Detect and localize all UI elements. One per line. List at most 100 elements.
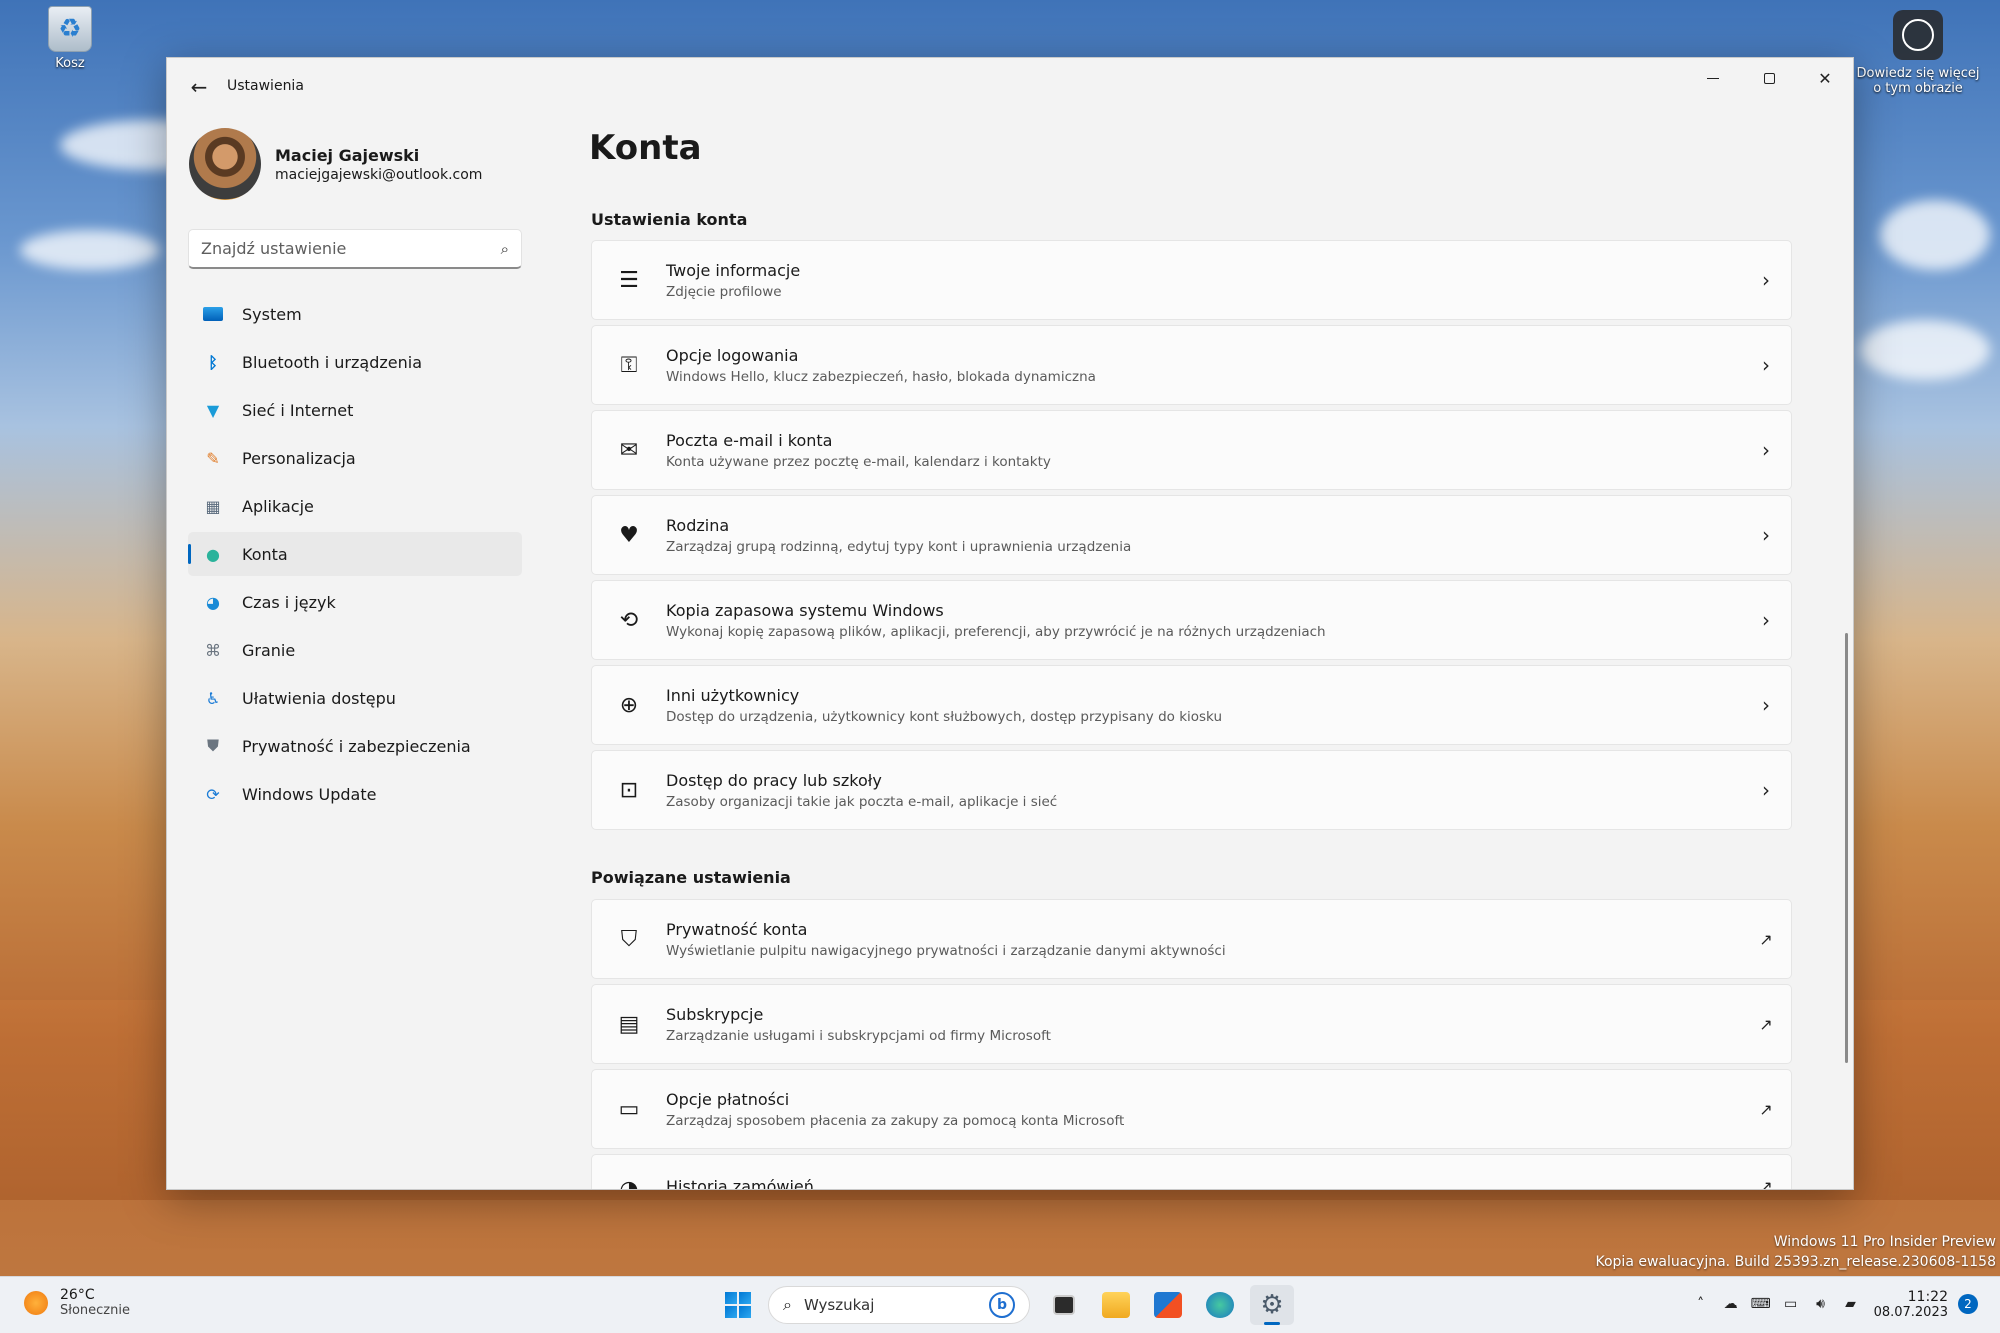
- card-sign-in-options[interactable]: ⚿ Opcje logowania Windows Hello, klucz z…: [591, 325, 1792, 405]
- card-title: Dostęp do pracy lub szkoły: [666, 770, 882, 790]
- card-account-privacy[interactable]: ⛉ Prywatność konta Wyświetlanie pulpitu …: [591, 899, 1792, 979]
- card-title: Inni użytkownicy: [666, 685, 800, 705]
- arrow-left-icon: ←: [190, 75, 208, 99]
- recycle-label: Kosz: [55, 56, 85, 71]
- related-settings-list: ⛉ Prywatność konta Wyświetlanie pulpitu …: [591, 899, 1792, 1190]
- task-view-button[interactable]: [1042, 1285, 1086, 1325]
- sidebar-nav: System ᛒ Bluetooth i urządzenia ▼ Sieć i…: [188, 292, 522, 820]
- card-order-history[interactable]: ◔ Historia zamówień ↗: [591, 1154, 1792, 1190]
- shield-outline-icon: ⛉: [620, 926, 638, 952]
- chevron-right-icon: ›: [1762, 268, 1770, 292]
- key-icon: ⚿: [620, 352, 638, 378]
- onedrive-icon[interactable]: ☁: [1716, 1285, 1746, 1323]
- sidebar-item-windows-update[interactable]: ⟳ Windows Update: [188, 772, 522, 816]
- card-title: Twoje informacje: [666, 260, 801, 280]
- cloud: [1860, 320, 1990, 380]
- card-subtitle: Dostęp do urządzenia, użytkownicy kont s…: [666, 708, 1223, 725]
- card-email-accounts[interactable]: ✉ Poczta e-mail i konta Konta używane pr…: [591, 410, 1792, 490]
- edge-icon: [1206, 1292, 1234, 1318]
- volume-icon[interactable]: 🔊︎: [1806, 1285, 1836, 1323]
- sidebar-item-privacy[interactable]: ⛊ Prywatność i zabezpieczenia: [188, 724, 522, 768]
- chevron-right-icon: ›: [1762, 353, 1770, 377]
- sidebar-item-apps[interactable]: ▦ Aplikacje: [188, 484, 522, 528]
- sidebar-item-gaming[interactable]: ⌘ Granie: [188, 628, 522, 672]
- card-subtitle: Wykonaj kopię zapasową plików, aplikacji…: [666, 623, 1326, 640]
- sidebar-item-personalization[interactable]: ✎ Personalizacja: [188, 436, 522, 480]
- section-title-related: Powiązane ustawienia: [591, 868, 791, 887]
- sidebar-item-bluetooth[interactable]: ᛒ Bluetooth i urządzenia: [188, 340, 522, 384]
- card-payment-options[interactable]: ▭ Opcje płatności Zarządzaj sposobem pła…: [591, 1069, 1792, 1149]
- close-button[interactable]: ✕: [1797, 58, 1853, 98]
- card-title: Poczta e-mail i konta: [666, 430, 833, 450]
- back-button[interactable]: ←: [181, 72, 217, 102]
- taskbar-search[interactable]: ⌕ Wyszukaj b: [768, 1286, 1030, 1324]
- file-explorer-button[interactable]: [1094, 1285, 1138, 1325]
- sun-icon: [24, 1290, 48, 1315]
- content-scrollbar[interactable]: [1845, 633, 1848, 1063]
- card-your-info[interactable]: ☰ Twoje informacje Zdjęcie profilowe ›: [591, 240, 1792, 320]
- apps-icon: ▦: [205, 496, 221, 516]
- sidebar-item-accounts[interactable]: ● Konta: [188, 532, 522, 576]
- monitor-icon: [202, 303, 224, 325]
- sidebar-item-network[interactable]: ▼ Sieć i Internet: [188, 388, 522, 432]
- backup-icon: ⟲: [619, 607, 639, 633]
- open-external-icon: ↗: [1759, 1177, 1773, 1190]
- windows-logo-icon: [725, 1292, 751, 1318]
- chevron-right-icon: ›: [1762, 693, 1770, 717]
- sidebar-item-label: Aplikacje: [242, 496, 314, 516]
- cloud: [20, 230, 160, 270]
- keyboard-icon[interactable]: ⌨: [1746, 1285, 1776, 1323]
- notification-badge[interactable]: 2: [1958, 1294, 1978, 1314]
- windows-watermark: Windows 11 Pro Insider Preview Kopia ewa…: [1596, 1232, 1997, 1272]
- start-button[interactable]: [716, 1285, 760, 1325]
- close-icon: ✕: [1818, 68, 1832, 88]
- family-heart-icon: ♥: [619, 522, 639, 548]
- battery-icon[interactable]: ▰: [1836, 1285, 1866, 1323]
- sidebar-item-label: Ułatwienia dostępu: [242, 688, 396, 708]
- card-family[interactable]: ♥ Rodzina Zarządzaj grupą rodzinną, edyt…: [591, 495, 1792, 575]
- card-title: Kopia zapasowa systemu Windows: [666, 600, 944, 620]
- app-title: Ustawienia: [227, 78, 304, 94]
- folder-icon: [1102, 1292, 1130, 1318]
- sidebar-item-time-language[interactable]: ◕ Czas i język: [188, 580, 522, 624]
- settings-app-button[interactable]: ⚙: [1250, 1285, 1294, 1325]
- card-work-school[interactable]: ⊡ Dostęp do pracy lub szkoły Zasoby orga…: [591, 750, 1792, 830]
- weather-temperature: 26°C: [60, 1287, 95, 1303]
- chevron-up-icon[interactable]: ˄: [1686, 1285, 1716, 1323]
- weather-widget[interactable]: 26°C Słonecznie: [24, 1287, 130, 1318]
- sidebar-item-label: Windows Update: [242, 784, 377, 804]
- card-other-users[interactable]: ⊕ Inni użytkownicy Dostęp do urządzenia,…: [591, 665, 1792, 745]
- learn-about-picture-shortcut[interactable]: Dowiedz się więcej o tym obrazie: [1848, 10, 1988, 96]
- open-external-icon: ↗: [1759, 929, 1773, 949]
- sidebar-item-accessibility[interactable]: ♿ Ułatwienia dostępu: [188, 676, 522, 720]
- store-button[interactable]: [1146, 1285, 1190, 1325]
- title-bar: ← Ustawienia ✕: [167, 58, 1853, 114]
- user-profile[interactable]: Maciej Gajewski maciejgajewski@outlook.c…: [189, 128, 482, 200]
- account-settings-list: ☰ Twoje informacje Zdjęcie profilowe › ⚿…: [591, 240, 1792, 835]
- sidebar-item-system[interactable]: System: [188, 292, 522, 336]
- network-icon[interactable]: ▭: [1776, 1285, 1806, 1323]
- section-title-account: Ustawienia konta: [591, 210, 748, 229]
- card-subtitle: Zasoby organizacji takie jak poczta e-ma…: [666, 793, 1058, 810]
- minimize-button[interactable]: [1685, 58, 1741, 98]
- chevron-right-icon: ›: [1762, 608, 1770, 632]
- minimize-icon: [1707, 77, 1719, 79]
- card-subscriptions[interactable]: ▤ Subskrypcje Zarządzanie usługami i sub…: [591, 984, 1792, 1064]
- add-user-icon: ⊕: [619, 692, 639, 718]
- sidebar-item-label: System: [242, 304, 302, 324]
- recycle-bin-shortcut[interactable]: ♻ Kosz: [40, 6, 100, 71]
- wifi-icon: ▼: [206, 400, 220, 420]
- card-windows-backup[interactable]: ⟲ Kopia zapasowa systemu Windows Wykonaj…: [591, 580, 1792, 660]
- sidebar-item-label: Konta: [242, 544, 288, 564]
- bluetooth-icon: ᛒ: [208, 352, 218, 372]
- bing-icon: b: [989, 1292, 1015, 1318]
- briefcase-icon: ⊡: [619, 777, 639, 803]
- edge-button[interactable]: [1198, 1285, 1242, 1325]
- clock[interactable]: 11:22 08.07.2023: [1874, 1289, 1948, 1320]
- brush-icon: ✎: [206, 448, 220, 468]
- task-view-icon: [1053, 1295, 1075, 1315]
- settings-search-input[interactable]: Znajdź ustawienie ⌕: [188, 229, 522, 269]
- card-title: Subskrypcje: [666, 1004, 764, 1024]
- maximize-button[interactable]: [1741, 58, 1797, 98]
- sidebar-item-label: Prywatność i zabezpieczenia: [242, 736, 471, 756]
